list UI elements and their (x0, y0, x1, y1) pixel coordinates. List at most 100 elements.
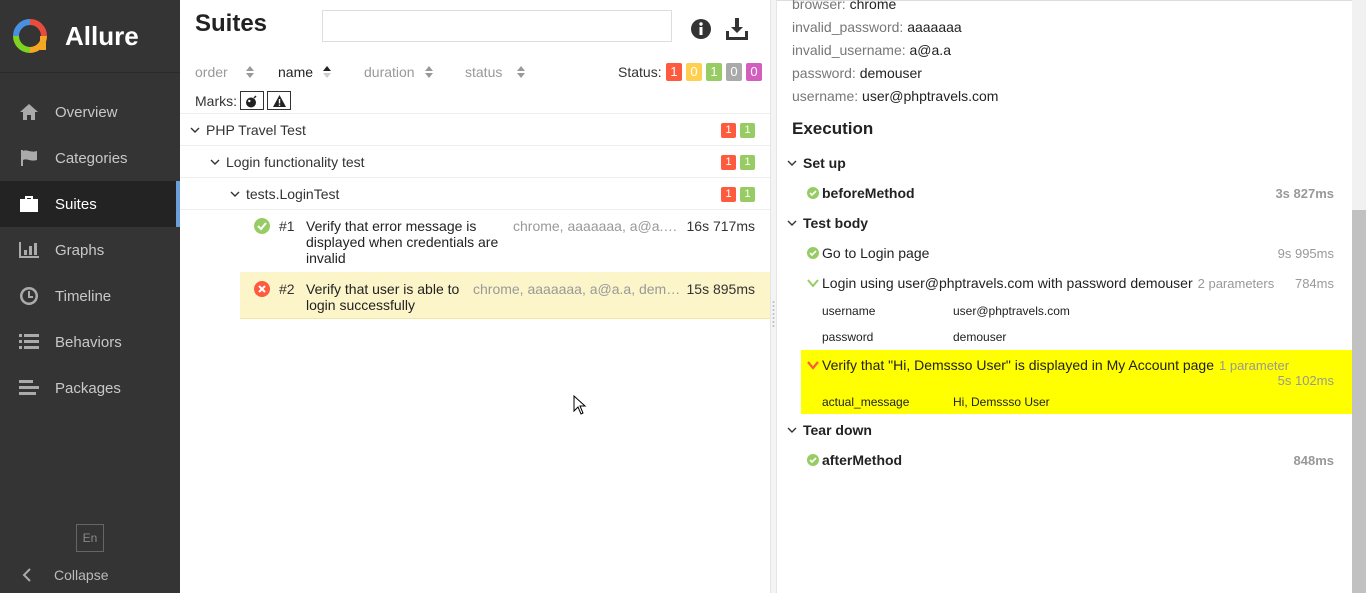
chevron-down-icon (787, 160, 797, 166)
step-param-value: demouser (953, 330, 1007, 344)
section-title: Set up (803, 155, 846, 171)
bomb-icon (246, 94, 257, 107)
test-case-row-selected[interactable]: #2 Verify that user is able to login suc… (240, 272, 770, 319)
test-case-duration: 16s 717ms (686, 218, 755, 234)
language-button[interactable]: En (76, 524, 104, 552)
tree-group-suite[interactable]: PHP Travel Test 1 1 (180, 114, 770, 146)
drag-handle-icon (772, 301, 775, 327)
param-invalid-password: invalid_password: aaaaaaa (792, 19, 962, 35)
collapse-button[interactable]: Collapse (0, 560, 108, 590)
failed-count: 1 (721, 187, 736, 202)
param-key: password (792, 65, 852, 81)
test-case-params: chrome, aaaaaaa, a@a.a, dem… (473, 281, 681, 297)
failed-count: 1 (721, 155, 736, 170)
marks-label: Marks: (195, 92, 237, 109)
test-case-name: Verify that error message is displayed w… (306, 218, 506, 266)
info-button[interactable] (688, 16, 714, 42)
test-case-number: #1 (279, 218, 295, 234)
section-title: Test body (803, 215, 869, 231)
sidebar-item-suites[interactable]: Suites (0, 181, 180, 227)
test-case-name: Verify that user is able to login succes… (306, 281, 476, 313)
flaky-mark-toggle[interactable] (240, 91, 264, 110)
test-case-row[interactable]: #1 Verify that error message is displaye… (240, 210, 770, 272)
chevron-down-icon (230, 191, 240, 197)
brand[interactable]: Allure (0, 0, 180, 73)
step-go-to-login[interactable]: Go to Login page (807, 245, 929, 261)
step-duration: 784ms (1294, 276, 1334, 291)
flag-icon (18, 148, 40, 168)
chevron-down-icon (190, 127, 200, 133)
sort-order-label: order (195, 64, 228, 80)
step-param-key: actual_message (822, 395, 910, 409)
passed-count: 1 (740, 123, 755, 138)
param-value: aaaaaaa (907, 19, 962, 35)
step-name: beforeMethod (822, 185, 915, 201)
sort-order[interactable]: order (195, 64, 254, 80)
param-username: username: user@phptravels.com (792, 88, 999, 104)
search-input[interactable] (322, 10, 672, 42)
tree-group-class[interactable]: tests.LoginTest 1 1 (180, 178, 770, 210)
execution-title: Execution (792, 119, 874, 138)
param-password: password: demouser (792, 65, 922, 81)
step-verify-greeting[interactable]: Verify that "Hi, Demssso User" is displa… (807, 357, 1289, 373)
clock-icon (18, 286, 40, 306)
test-case-name-line: displayed when credentials are (306, 234, 499, 250)
bar-chart-icon (18, 240, 40, 260)
brand-name: Allure (65, 20, 139, 51)
section-title: Tear down (803, 422, 872, 438)
sidebar-nav: Overview Categories Suites Graphs Timeli… (0, 89, 180, 411)
step-duration: 848ms (1293, 453, 1334, 468)
sidebar-item-label: Timeline (55, 287, 112, 305)
suites-pane: Suites order name duration status Status… (180, 0, 770, 593)
passed-count: 1 (740, 187, 755, 202)
step-duration: 9s 995ms (1277, 246, 1334, 261)
test-body-section-toggle[interactable]: Test body (787, 215, 868, 231)
test-name: Login functionality test (226, 153, 365, 170)
sidebar-item-categories[interactable]: Categories (0, 135, 180, 181)
chevron-down-icon (787, 427, 797, 433)
step-after-method[interactable]: afterMethod (807, 452, 902, 468)
teardown-section-toggle[interactable]: Tear down (787, 422, 872, 438)
scrollbar-thumb[interactable] (1352, 210, 1366, 593)
step-login-using[interactable]: Login using user@phptravels.com with pas… (807, 275, 1274, 291)
new-failed-mark-toggle[interactable] (267, 91, 291, 110)
chevron-down-failed-icon (807, 361, 819, 370)
sort-status[interactable]: status (465, 64, 526, 80)
tree-group-test[interactable]: Login functionality test 1 1 (180, 146, 770, 178)
status-skipped-toggle[interactable]: 0 (726, 63, 742, 81)
failed-icon (254, 281, 270, 297)
sort-status-label: status (465, 64, 503, 80)
status-passed-toggle[interactable]: 1 (706, 63, 722, 81)
sort-icon (517, 66, 526, 78)
home-icon (18, 102, 40, 122)
chevron-down-icon (787, 220, 797, 226)
download-button[interactable] (724, 16, 750, 42)
sort-duration[interactable]: duration (364, 64, 433, 80)
sidebar-item-behaviors[interactable]: Behaviors (0, 319, 180, 365)
passed-icon (254, 218, 270, 234)
sidebar-item-packages[interactable]: Packages (0, 365, 180, 411)
passed-count: 1 (740, 155, 755, 170)
sidebar-item-overview[interactable]: Overview (0, 89, 180, 135)
sidebar-item-graphs[interactable]: Graphs (0, 227, 180, 273)
status-failed-toggle[interactable]: 1 (666, 63, 682, 81)
sidebar-item-label: Categories (55, 149, 128, 167)
step-duration: 3s 827ms (1275, 186, 1334, 201)
sort-name[interactable]: name (278, 64, 332, 80)
class-name: tests.LoginTest (246, 185, 340, 202)
step-param-row: actual_message Hi, Demssso User (822, 395, 1050, 409)
step-param-key: password (822, 330, 874, 344)
pane-splitter[interactable] (770, 0, 777, 593)
step-before-method[interactable]: beforeMethod (807, 185, 915, 201)
status-unknown-toggle[interactable]: 0 (746, 63, 762, 81)
status-broken-toggle[interactable]: 0 (686, 63, 702, 81)
sidebar-item-timeline[interactable]: Timeline (0, 273, 180, 319)
sidebar-item-label: Overview (55, 103, 118, 121)
step-params-count: 1 parameter (1219, 357, 1290, 373)
step-param-value: user@phptravels.com (953, 304, 1070, 318)
test-case-name-line: login successfully (306, 297, 415, 313)
param-value: a@a.a (909, 42, 951, 58)
step-name: Verify that "Hi, Demssso User" is displa… (822, 357, 1214, 373)
test-case-duration: 15s 895ms (686, 281, 755, 297)
setup-section-toggle[interactable]: Set up (787, 155, 846, 171)
